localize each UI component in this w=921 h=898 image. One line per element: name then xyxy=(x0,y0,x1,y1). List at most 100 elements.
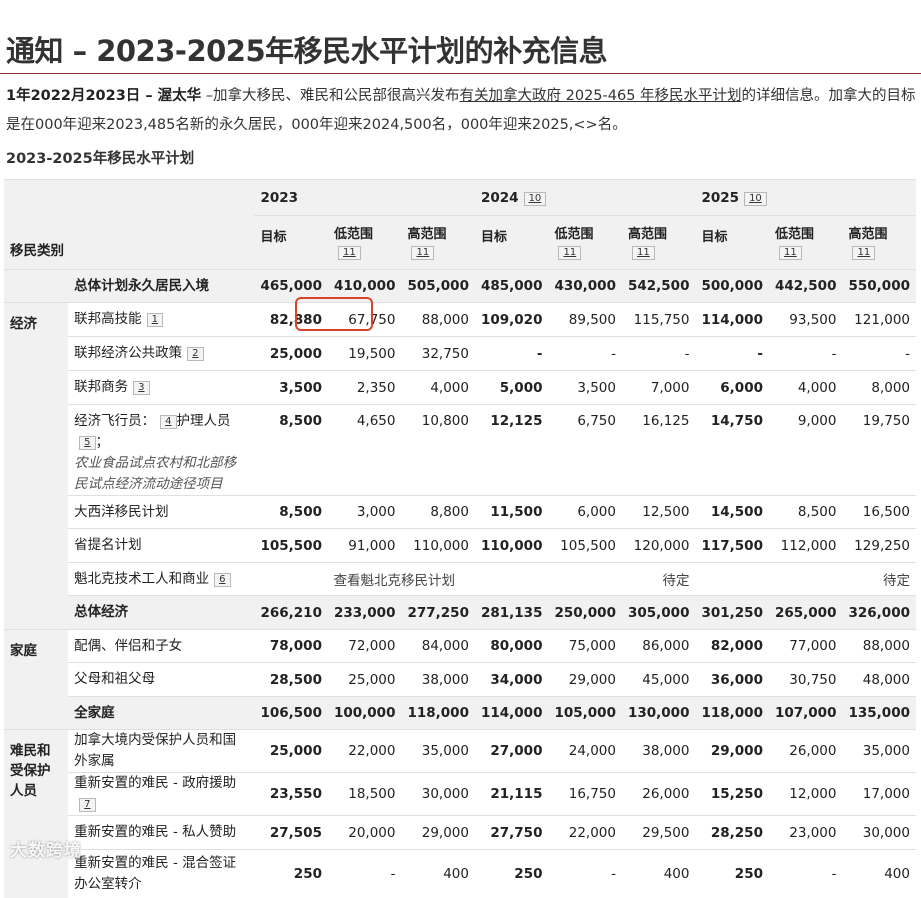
footnote-link[interactable]: 11 xyxy=(852,246,876,260)
table-row: 经济 联邦高技能 1 82,880 67,750 88,000 109,020 89,500 1… xyxy=(4,302,916,630)
program-cell: 联邦商务 3 xyxy=(68,370,255,405)
target-header: 目标 xyxy=(474,215,549,270)
footnote-link[interactable]: 4 xyxy=(160,415,177,429)
target-value: 485,000 xyxy=(474,269,549,303)
footnote-link[interactable]: 6 xyxy=(214,572,231,587)
footnote-link[interactable]: 3 xyxy=(133,381,150,395)
target-value: 12,125 xyxy=(474,404,549,496)
low-value: 265,000 xyxy=(768,595,843,630)
low-value: 24,000 xyxy=(548,729,622,773)
high-value: 4,000 xyxy=(401,370,475,405)
target-value: 500,000 xyxy=(695,269,769,303)
pending-note-2025: 待定 xyxy=(695,562,916,596)
high-value: 38,000 xyxy=(401,662,475,697)
low-value: 18,500 xyxy=(327,772,402,816)
program-name: 联邦商务 xyxy=(74,379,129,395)
footnote-link[interactable]: 11 xyxy=(778,246,802,260)
high-range-label: 高范围 xyxy=(407,227,447,242)
low-value: 105,500 xyxy=(548,528,622,563)
program-name: 重新安置的难民 - 混合签证办公室转介 xyxy=(74,854,237,892)
program-subtext: 农业食品试点农村和北部移民试点经济流动途径项目 xyxy=(74,455,237,492)
high-value: 19,750 xyxy=(842,404,916,496)
low-range-header: 低范围 11 xyxy=(548,215,622,270)
low-value: 250,000 xyxy=(548,595,622,630)
footnote-link[interactable]: 10 xyxy=(744,191,767,206)
low-value: 4,650 xyxy=(327,404,402,496)
low-value: 107,000 xyxy=(768,696,843,730)
low-value: 2,350 xyxy=(327,370,402,405)
year-header-2023: 2023 xyxy=(254,179,475,216)
footnote-link[interactable]: 2 xyxy=(187,347,204,361)
program-name: 总体计划永久居民入境 xyxy=(74,277,210,294)
target-label: 目标 xyxy=(701,230,728,245)
target-value: 106,500 xyxy=(254,696,328,730)
program-cell: 总体计划永久居民入境 xyxy=(68,269,255,303)
quebec-note: 查看魁北克移民计划 xyxy=(254,562,475,596)
low-value: 19,500 xyxy=(327,336,402,371)
low-value: 233,000 xyxy=(327,595,402,630)
program-cell: 配偶、伴侣和子女 xyxy=(68,629,255,663)
target-value: 28,500 xyxy=(254,662,328,697)
high-value: 400 xyxy=(842,849,916,898)
high-value: 29,500 xyxy=(621,815,696,850)
high-value: 120,000 xyxy=(621,528,696,563)
low-range-label: 低范围 xyxy=(774,227,814,242)
low-value: 91,000 xyxy=(327,528,402,563)
table-row: 大西洋移民计划 8,500 3,000 8,800 11,500 6,000 12,500 1… xyxy=(4,495,916,529)
category-cell: 家庭 xyxy=(4,629,69,730)
program-name: 全家庭 xyxy=(74,704,115,721)
program-name: 重新安置的难民 - 私人赞助 xyxy=(74,824,237,840)
program-name: 加拿大境内受保护人员和国外家属 xyxy=(74,732,237,769)
target-value: 3,500 xyxy=(254,370,328,405)
high-value: 29,000 xyxy=(401,815,475,850)
subtotal-row: 总体计划永久居民入境 465,000 410,000 505,000 485,000 43… xyxy=(4,269,916,303)
footnote-link[interactable]: 10 xyxy=(523,191,547,206)
target-value: 117,500 xyxy=(695,528,769,563)
program-name: 魁北克技术工人和商业 xyxy=(74,570,210,587)
target-value: 281,135 xyxy=(474,595,549,630)
high-value: 26,000 xyxy=(621,772,696,816)
high-value: 84,000 xyxy=(401,629,475,663)
levels-plan-link[interactable]: 有关加拿大政府 2025-465 年移民水平计划 xyxy=(460,88,742,104)
intro-paragraph: 1年2022月2023日 – 渥太华 –加拿大移民、难民和公民部很高兴发布有关加… xyxy=(6,82,916,140)
target-label: 目标 xyxy=(480,230,507,245)
high-value: 32,750 xyxy=(401,336,475,371)
high-value: 12,500 xyxy=(621,495,696,529)
high-value: 550,000 xyxy=(842,269,916,303)
high-value: 135,000 xyxy=(842,696,916,730)
table-row: 经济飞行员： 4 护理人员 5； 农业食品试点农村和北部移民试点经济流动途径项目 8,50… xyxy=(4,404,916,496)
program-cell: 父母和祖父母 xyxy=(68,662,255,697)
target-value: 6,000 xyxy=(695,370,769,405)
footnote-link[interactable]: 1 xyxy=(146,313,164,327)
category-cell: 难民和受保护人员 xyxy=(4,729,69,898)
high-value: 30,000 xyxy=(842,815,916,850)
footnote-link[interactable]: 11 xyxy=(337,246,361,260)
high-value: 10,800 xyxy=(401,404,475,496)
high-value: 121,000 xyxy=(842,302,916,337)
footnote-link[interactable]: 5 xyxy=(79,436,96,450)
program-cell: 联邦高技能 1 xyxy=(68,302,255,337)
low-value: 8,500 xyxy=(768,495,843,529)
low-value: 6,750 xyxy=(548,404,622,496)
low-value: 6,000 xyxy=(548,495,622,529)
high-value: 17,000 xyxy=(842,772,916,816)
title-divider xyxy=(0,73,921,74)
table-row: 魁北克技术工人和商业 6 查看魁北克移民计划 待定 待定 xyxy=(4,562,916,596)
target-value: 27,505 xyxy=(254,815,328,850)
header-row-years: 移民类别 2023 2024 10 2025 10 xyxy=(4,179,916,270)
low-value: - xyxy=(768,849,843,898)
table-row: 联邦商务 3 3,500 2,350 4,000 5,000 3,500 7,000 6,000… xyxy=(4,370,916,405)
high-value: 38,000 xyxy=(621,729,696,773)
target-value: 250 xyxy=(695,849,769,898)
program-name-part: ； xyxy=(95,434,110,450)
target-value: 14,750 xyxy=(695,404,769,496)
footnote-link[interactable]: 11 xyxy=(558,246,582,260)
target-value: 25,000 xyxy=(254,729,328,773)
high-value: 16,500 xyxy=(842,495,916,529)
target-value: 78,000 xyxy=(254,629,328,663)
footnote-link[interactable]: 11 xyxy=(631,246,655,260)
footnote-link[interactable]: 7 xyxy=(79,798,96,812)
low-value: 23,000 xyxy=(768,815,843,850)
footnote-link[interactable]: 11 xyxy=(411,246,435,260)
low-value: - xyxy=(327,849,402,898)
